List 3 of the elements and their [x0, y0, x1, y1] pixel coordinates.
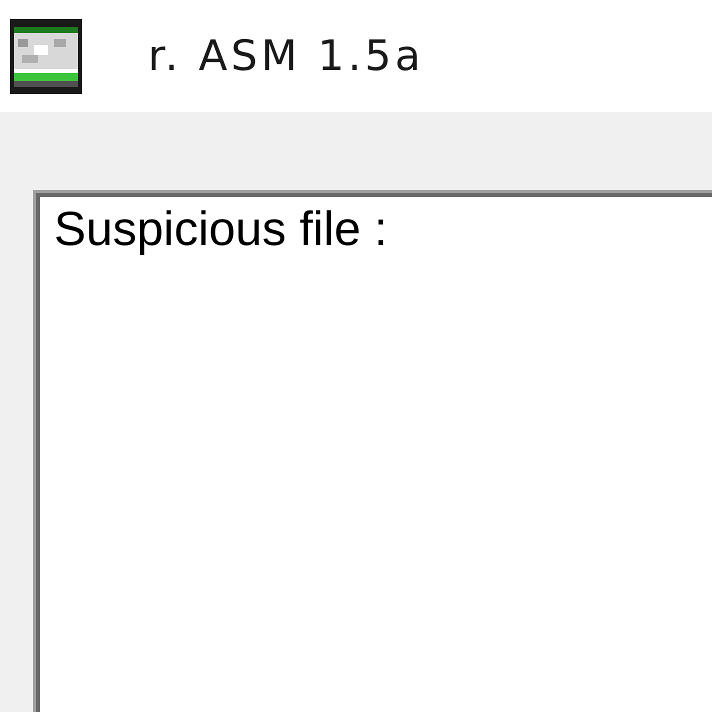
window-title: r. ASM 1.5a [148, 35, 424, 77]
app-icon [10, 18, 82, 94]
log-text: Suspicious file : [54, 203, 388, 256]
